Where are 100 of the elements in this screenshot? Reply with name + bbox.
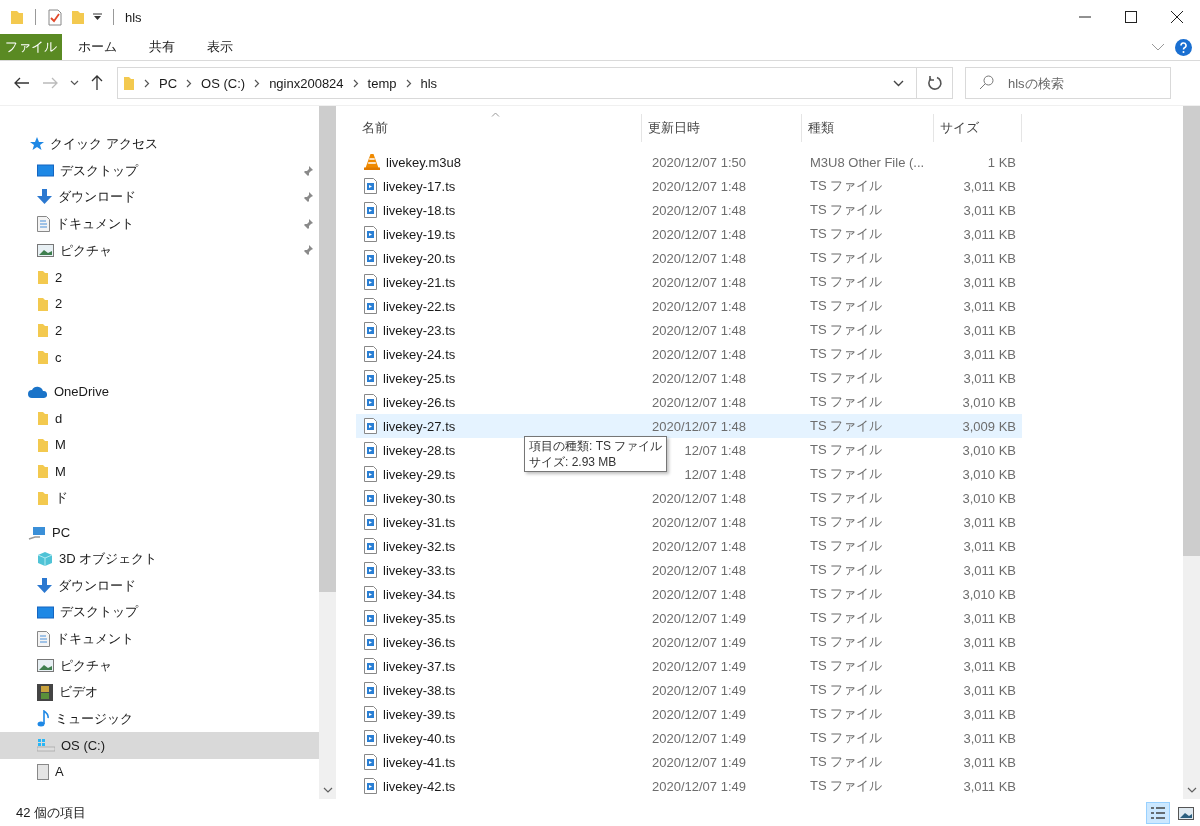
window-title: hls: [125, 9, 142, 25]
column-header[interactable]: 種類: [802, 114, 934, 142]
sidebar-item[interactable]: ダウンロード: [0, 184, 319, 211]
sidebar-item[interactable]: デスクトップ: [0, 599, 319, 626]
table-cell: 2020/12/07 1:48: [652, 346, 746, 362]
sidebar-item[interactable]: クイック アクセス: [0, 131, 319, 158]
sidebar-item[interactable]: A: [0, 758, 319, 786]
video-file-icon: [364, 562, 377, 578]
file-tab[interactable]: ファイル: [0, 34, 62, 60]
file-name[interactable]: livekey-36.ts: [383, 634, 456, 650]
sidebar-item[interactable]: ミュージック: [0, 705, 319, 733]
sidebar-item[interactable]: M: [0, 431, 319, 459]
sidebar-item[interactable]: ドキュメント: [0, 625, 319, 653]
file-name[interactable]: livekey-21.ts: [383, 274, 456, 290]
breadcrumb[interactable]: OS (C:): [201, 75, 246, 91]
breadcrumb[interactable]: temp: [367, 75, 397, 91]
file-row[interactable]: livekey-27.ts 2020/12/07 1:48 TS ファイル 3,009 KB: [356, 414, 1022, 438]
sidebar-item[interactable]: 2: [0, 263, 319, 291]
file-name[interactable]: livekey-28.ts: [383, 442, 456, 458]
table-cell: 2020/12/07 1:49: [652, 634, 746, 650]
file-name[interactable]: livekey-18.ts: [383, 202, 456, 218]
column-header[interactable]: サイズ: [934, 114, 1022, 142]
sidebar-item[interactable]: 2: [0, 317, 319, 344]
file-name[interactable]: livekey-30.ts: [383, 490, 456, 506]
file-name[interactable]: livekey-29.ts: [383, 466, 456, 482]
pin-icon[interactable]: [303, 218, 313, 230]
film-icon: [37, 683, 53, 701]
table-cell-text: TS ファイル: [809, 465, 884, 483]
sidebar-item[interactable]: ピクチャ: [0, 237, 319, 264]
sidebar-item[interactable]: c: [0, 343, 319, 371]
details-view-button[interactable]: [1146, 802, 1170, 824]
sidebar-item[interactable]: PC: [0, 519, 319, 546]
pin-icon[interactable]: [303, 245, 313, 257]
pin-icon[interactable]: [303, 165, 313, 177]
table-cell: 2020/12/07 1:49: [652, 778, 746, 794]
table-cell: 2020/12/07 1:48: [652, 370, 746, 386]
ribbon-tab[interactable]: 表示: [191, 34, 249, 60]
folder-icon: [37, 295, 49, 312]
scroll-down-icon[interactable]: [322, 787, 333, 793]
file-name[interactable]: livekey-20.ts: [383, 250, 456, 266]
sidebar-item[interactable]: M: [0, 458, 319, 485]
file-name[interactable]: livekey-24.ts: [383, 346, 456, 362]
table-cell-text: TS ファイル: [809, 561, 884, 579]
file-name[interactable]: livekey-41.ts: [383, 754, 456, 770]
column-header[interactable]: 名前: [356, 114, 642, 142]
file-name[interactable]: livekey-31.ts: [383, 514, 456, 530]
file-name[interactable]: livekey-32.ts: [383, 538, 456, 554]
table-cell-text: 3,011 KB: [962, 346, 1017, 362]
back-icon[interactable]: [14, 77, 30, 89]
file-name[interactable]: livekey-22.ts: [383, 298, 456, 314]
scroll-down-icon[interactable]: [1186, 787, 1197, 793]
video-file-icon: [364, 346, 377, 362]
recent-locations-icon[interactable]: [70, 80, 79, 86]
refresh-button[interactable]: [917, 67, 953, 99]
expand-ribbon-icon[interactable]: [1151, 43, 1165, 51]
video-file-icon: [364, 250, 377, 266]
scrollbar[interactable]: [319, 106, 336, 799]
address-bar[interactable]: PC OS (C:) nginx200824 temp hls: [117, 67, 917, 99]
sidebar-item[interactable]: ドキュメント: [0, 210, 319, 238]
file-name[interactable]: livekey-23.ts: [383, 322, 456, 338]
sidebar-item[interactable]: デスクトップ: [0, 157, 319, 185]
breadcrumb[interactable]: nginx200824: [269, 75, 344, 91]
help-icon[interactable]: [1175, 38, 1192, 56]
file-name[interactable]: livekey-25.ts: [383, 370, 456, 386]
file-name[interactable]: livekey-40.ts: [383, 730, 456, 746]
ribbon-tab[interactable]: 共有: [133, 34, 191, 60]
column-header[interactable]: 更新日時: [642, 114, 802, 142]
sidebar-item[interactable]: 3D オブジェクト: [0, 545, 319, 573]
file-name[interactable]: livekey-27.ts: [383, 418, 456, 434]
search-field[interactable]: hlsの検索: [965, 67, 1171, 99]
scrollbar[interactable]: [1183, 106, 1200, 799]
dropdown-icon[interactable]: [893, 79, 904, 87]
file-name[interactable]: livekey-37.ts: [383, 658, 456, 674]
file-name[interactable]: livekey-34.ts: [383, 586, 456, 602]
sidebar-item[interactable]: ダウンロード: [0, 572, 319, 600]
file-name[interactable]: livekey.m3u8: [386, 154, 461, 170]
sidebar-item[interactable]: OneDrive: [0, 378, 319, 405]
file-name[interactable]: livekey-19.ts: [383, 226, 456, 242]
file-name[interactable]: livekey-35.ts: [383, 610, 456, 626]
chevron-icon: [254, 78, 261, 88]
breadcrumb[interactable]: hls: [420, 75, 438, 91]
dropdown-icon[interactable]: [93, 13, 102, 21]
sidebar-item[interactable]: ピクチャ: [0, 652, 319, 679]
sidebar-item[interactable]: d: [0, 404, 319, 432]
up-icon[interactable]: [91, 75, 103, 91]
pin-icon[interactable]: [303, 192, 313, 204]
file-name[interactable]: livekey-17.ts: [383, 178, 456, 194]
sidebar-item[interactable]: 2: [0, 290, 319, 318]
sidebar-item[interactable]: ビデオ: [0, 678, 319, 706]
properties-icon[interactable]: [47, 8, 63, 26]
ribbon-tab[interactable]: ホーム: [62, 34, 133, 60]
file-name[interactable]: livekey-26.ts: [383, 394, 456, 410]
file-name[interactable]: livekey-42.ts: [383, 778, 456, 794]
table-cell-text: TS ファイル: [809, 225, 884, 243]
file-name[interactable]: livekey-38.ts: [383, 682, 456, 698]
file-name[interactable]: livekey-33.ts: [383, 562, 456, 578]
breadcrumb[interactable]: PC: [159, 75, 178, 91]
file-name[interactable]: livekey-39.ts: [383, 706, 456, 722]
sidebar-item[interactable]: ド: [0, 484, 319, 512]
sidebar-item[interactable]: OS (C:): [0, 732, 319, 759]
